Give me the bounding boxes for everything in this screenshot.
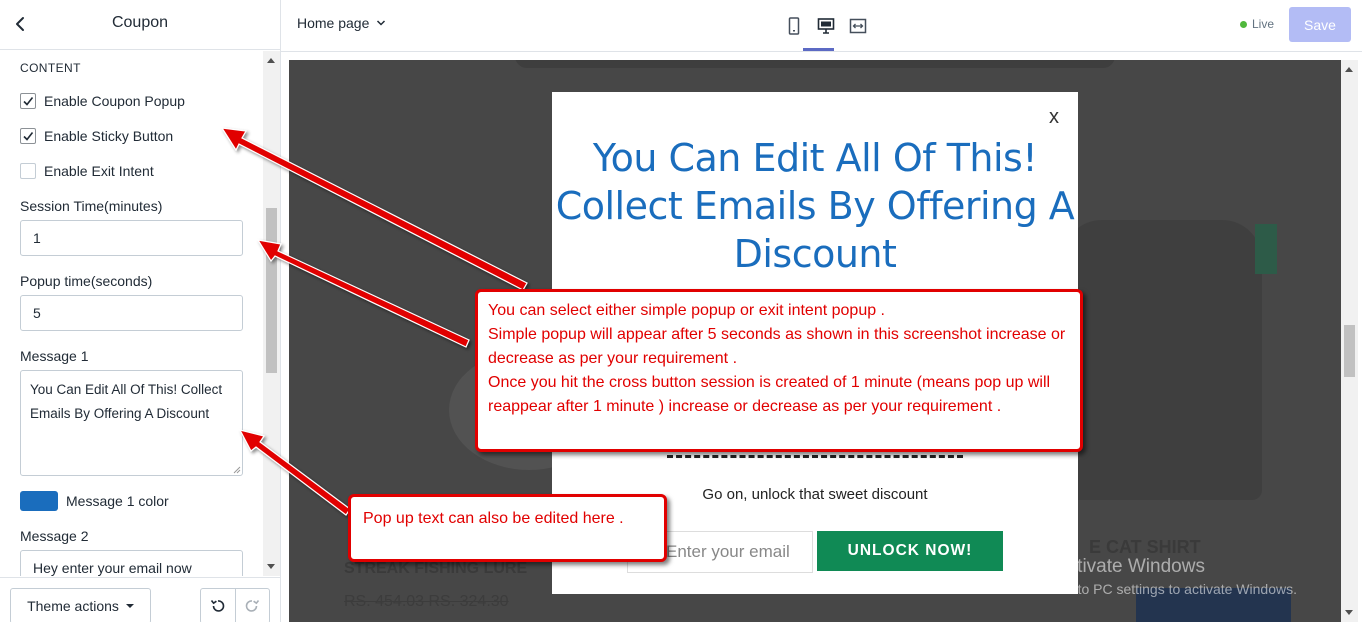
scroll-up-arrow-icon[interactable]	[1345, 67, 1353, 72]
callout-text: You can select either simple popup or ex…	[488, 302, 1066, 415]
message-2-input[interactable]: Hey enter your email now	[20, 550, 243, 576]
product-image-right	[1062, 220, 1262, 500]
desktop-icon	[817, 18, 835, 34]
scroll-down-arrow-icon[interactable]	[1345, 610, 1353, 615]
sidebar-header: Coupon	[0, 0, 280, 50]
desktop-view-button[interactable]	[810, 12, 842, 40]
annotation-callout-popup-settings: You can select either simple popup or ex…	[475, 289, 1083, 452]
theme-editor: Coupon CONTENT Enable Coupon Popup Enabl…	[0, 0, 1362, 622]
mobile-view-button[interactable]	[778, 12, 810, 40]
message-1-text: You Can Edit All Of This! Collect Emails…	[30, 382, 223, 421]
undo-icon	[210, 600, 225, 612]
save-button[interactable]: Save	[1289, 7, 1351, 42]
product-right-title: E CAT SHIRT	[1089, 537, 1201, 557]
callout-text: Pop up text can also be edited here .	[363, 510, 624, 527]
resize-grip-icon[interactable]	[233, 466, 241, 474]
enable-exit-intent-checkbox[interactable]: Enable Exit Intent	[20, 161, 154, 181]
checkmark-icon	[23, 132, 34, 141]
sale-tag	[1255, 224, 1277, 274]
product-left-price: RS. 454.03 RS. 324.30	[344, 593, 509, 610]
session-time-label: Session Time(minutes)	[20, 198, 163, 214]
windows-watermark-title: Activate Windows	[1055, 556, 1205, 577]
back-arrow-icon[interactable]	[10, 13, 32, 35]
email-placeholder: Enter your email	[666, 542, 790, 561]
theme-actions-label: Theme actions	[27, 598, 119, 614]
section-heading: CONTENT	[20, 61, 81, 75]
windows-watermark-subtitle: Go to PC settings to activate Windows.	[1055, 581, 1297, 597]
session-time-input[interactable]: 1	[20, 220, 243, 256]
redo-button[interactable]	[234, 589, 269, 622]
popup-divider	[667, 455, 963, 458]
theme-actions-button[interactable]: Theme actions	[10, 588, 151, 622]
checkbox-box[interactable]	[20, 163, 36, 179]
popup-title: You Can Edit All Of This! Collect Emails…	[555, 136, 1075, 276]
sidebar-scroll-area: CONTENT Enable Coupon Popup Enable Stick…	[0, 51, 281, 576]
live-status-label: Live	[1252, 17, 1275, 31]
page-selector[interactable]: Home page	[297, 15, 386, 31]
page-selector-label: Home page	[297, 15, 370, 31]
undo-redo-group	[200, 588, 270, 622]
enable-coupon-popup-checkbox[interactable]: Enable Coupon Popup	[20, 91, 185, 111]
redo-icon	[246, 600, 260, 612]
checkmark-icon	[23, 97, 34, 106]
status-dot-icon	[1240, 20, 1247, 28]
sidebar-title: Coupon	[111, 14, 169, 31]
caret-down-icon	[125, 604, 134, 608]
scrollbar-thumb[interactable]	[266, 208, 277, 373]
message-2-label: Message 2	[20, 528, 89, 544]
sidebar-footer: Theme actions	[0, 577, 280, 622]
message-1-color-picker[interactable]: Message 1 color	[20, 491, 169, 511]
sidebar-scrollbar[interactable]	[263, 51, 280, 576]
popup-time-label: Popup time(seconds)	[20, 273, 153, 289]
unlock-now-button[interactable]: UNLOCK NOW!	[817, 531, 1003, 571]
checkbox-box[interactable]	[20, 128, 36, 144]
viewport-switcher	[778, 12, 874, 40]
active-view-indicator	[803, 48, 834, 51]
color-swatch[interactable]	[20, 491, 58, 511]
settings-sidebar: Coupon CONTENT Enable Coupon Popup Enabl…	[0, 0, 281, 622]
mobile-icon	[788, 17, 800, 35]
editor-topbar: Home page Live Save	[281, 0, 1362, 52]
chevron-down-icon	[377, 20, 386, 26]
checkbox-label: Enable Coupon Popup	[44, 93, 185, 109]
undo-button[interactable]	[201, 589, 235, 622]
checkbox-label: Enable Exit Intent	[44, 163, 154, 179]
storefront-header-bar	[515, 60, 1115, 68]
scroll-up-arrow-icon[interactable]	[267, 58, 275, 63]
message-1-color-label: Message 1 color	[66, 493, 169, 509]
expand-icon	[849, 18, 867, 34]
live-status: Live	[1240, 17, 1274, 31]
fullscreen-view-button[interactable]	[842, 12, 874, 40]
message-1-textarea[interactable]: You Can Edit All Of This! Collect Emails…	[20, 370, 243, 476]
scrollbar-thumb[interactable]	[1344, 325, 1355, 377]
checkbox-label: Enable Sticky Button	[44, 128, 174, 144]
annotation-callout-message: Pop up text can also be edited here .	[348, 494, 667, 562]
message-1-label: Message 1	[20, 348, 89, 364]
product-left-title: STREAK FISHING LURE	[344, 560, 528, 577]
scroll-down-arrow-icon[interactable]	[267, 564, 275, 569]
popup-time-input[interactable]: 5	[20, 295, 243, 331]
preview-scrollbar[interactable]	[1341, 60, 1358, 622]
checkbox-box[interactable]	[20, 93, 36, 109]
enable-sticky-button-checkbox[interactable]: Enable Sticky Button	[20, 126, 173, 146]
popup-close-button[interactable]: x	[1049, 106, 1059, 129]
